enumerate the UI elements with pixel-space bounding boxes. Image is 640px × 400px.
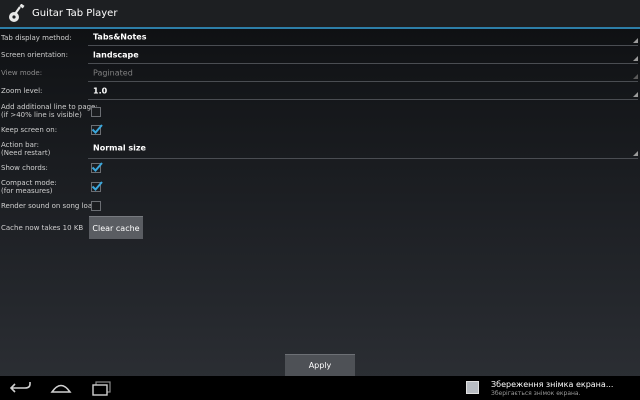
guitar-icon[interactable]	[6, 3, 28, 25]
show-chords-checkbox[interactable]	[91, 162, 103, 173]
additional-line-row: Add additional line to page: (if >40% li…	[0, 100, 640, 121]
screen-orientation-spinner[interactable]: landscape	[88, 46, 638, 64]
spinner-arrow-icon	[633, 92, 638, 97]
home-icon[interactable]	[50, 380, 72, 400]
check-icon	[91, 181, 103, 191]
screen-orientation-value: landscape	[93, 50, 139, 59]
spinner-arrow-icon	[633, 151, 638, 156]
action-bar-value: Normal size	[93, 143, 146, 153]
spinner-arrow-icon	[633, 74, 638, 79]
notification-subtitle: Зберігається знімок екрана.	[491, 390, 581, 397]
action-bar-label: Action bar: (Need restart)	[1, 141, 50, 157]
render-sound-row: Render sound on song load:	[0, 197, 640, 214]
keep-screen-on-row: Keep screen on:	[0, 121, 640, 138]
tab-display-value: Tabs&Notes	[93, 32, 147, 42]
compact-mode-row: Compact mode: (for measures)	[0, 176, 640, 197]
screenshot-icon	[466, 381, 479, 394]
action-bar-label-1: Action bar:	[1, 141, 39, 149]
tab-display-spinner[interactable]: Tabs&Notes	[88, 29, 638, 46]
compact-mode-label-2: (for measures)	[1, 187, 53, 195]
additional-line-label-1: Add additional line to page:	[1, 103, 98, 111]
tab-display-label: Tab display method:	[1, 33, 72, 42]
cache-label: Cache now takes 10 KB	[1, 224, 84, 232]
view-mode-value: Paginated	[93, 68, 133, 77]
action-bar-row: Action bar: (Need restart) Normal size	[0, 138, 640, 159]
recent-apps-icon[interactable]	[91, 380, 113, 400]
action-bar: Guitar Tab Player	[0, 0, 640, 29]
keep-screen-on-checkbox[interactable]	[91, 124, 103, 135]
spinner-arrow-icon	[633, 56, 638, 61]
back-icon[interactable]	[9, 380, 32, 400]
zoom-level-value: 1.0	[93, 86, 108, 95]
screen-orientation-label: Screen orientation:	[1, 51, 68, 59]
check-icon	[91, 162, 103, 172]
compact-mode-label-1: Compact mode:	[1, 179, 57, 187]
additional-line-label-2: (if >40% line is visible)	[1, 111, 82, 119]
app-title: Guitar Tab Player	[32, 8, 118, 19]
spinner-arrow-icon	[633, 38, 638, 43]
zoom-level-row: Zoom level: 1.0	[0, 82, 640, 100]
view-mode-spinner: Paginated	[88, 64, 638, 82]
show-chords-row: Show chords:	[0, 159, 640, 176]
zoom-level-label: Zoom level:	[1, 87, 43, 95]
notification-title[interactable]: Збереження знімка екрана...	[491, 380, 613, 389]
zoom-level-spinner[interactable]: 1.0	[88, 82, 638, 100]
apply-button[interactable]: Apply	[285, 354, 355, 376]
additional-line-label: Add additional line to page: (if >40% li…	[1, 103, 98, 119]
system-navigation-bar: Збереження знімка екрана... Зберігається…	[0, 376, 640, 400]
compact-mode-label: Compact mode: (for measures)	[1, 179, 57, 195]
settings-list: Tab display method: Tabs&Notes Screen or…	[0, 29, 640, 240]
tab-display-row: Tab display method: Tabs&Notes	[0, 29, 640, 46]
additional-line-checkbox[interactable]	[91, 107, 101, 117]
action-bar-label-2: (Need restart)	[1, 149, 51, 157]
render-sound-checkbox[interactable]	[91, 201, 101, 211]
view-mode-row: View mode: Paginated	[0, 64, 640, 82]
check-icon	[91, 124, 103, 134]
clear-cache-button[interactable]: Clear cache	[89, 216, 143, 239]
screen-orientation-row: Screen orientation: landscape	[0, 46, 640, 64]
render-sound-label: Render sound on song load:	[1, 201, 99, 210]
view-mode-label: View mode:	[1, 69, 43, 77]
keep-screen-on-label: Keep screen on:	[1, 125, 58, 134]
cache-row: Cache now takes 10 KB Clear cache	[0, 216, 640, 240]
show-chords-label: Show chords:	[1, 163, 48, 172]
action-bar-spinner[interactable]: Normal size	[88, 138, 638, 159]
compact-mode-checkbox[interactable]	[91, 181, 103, 192]
